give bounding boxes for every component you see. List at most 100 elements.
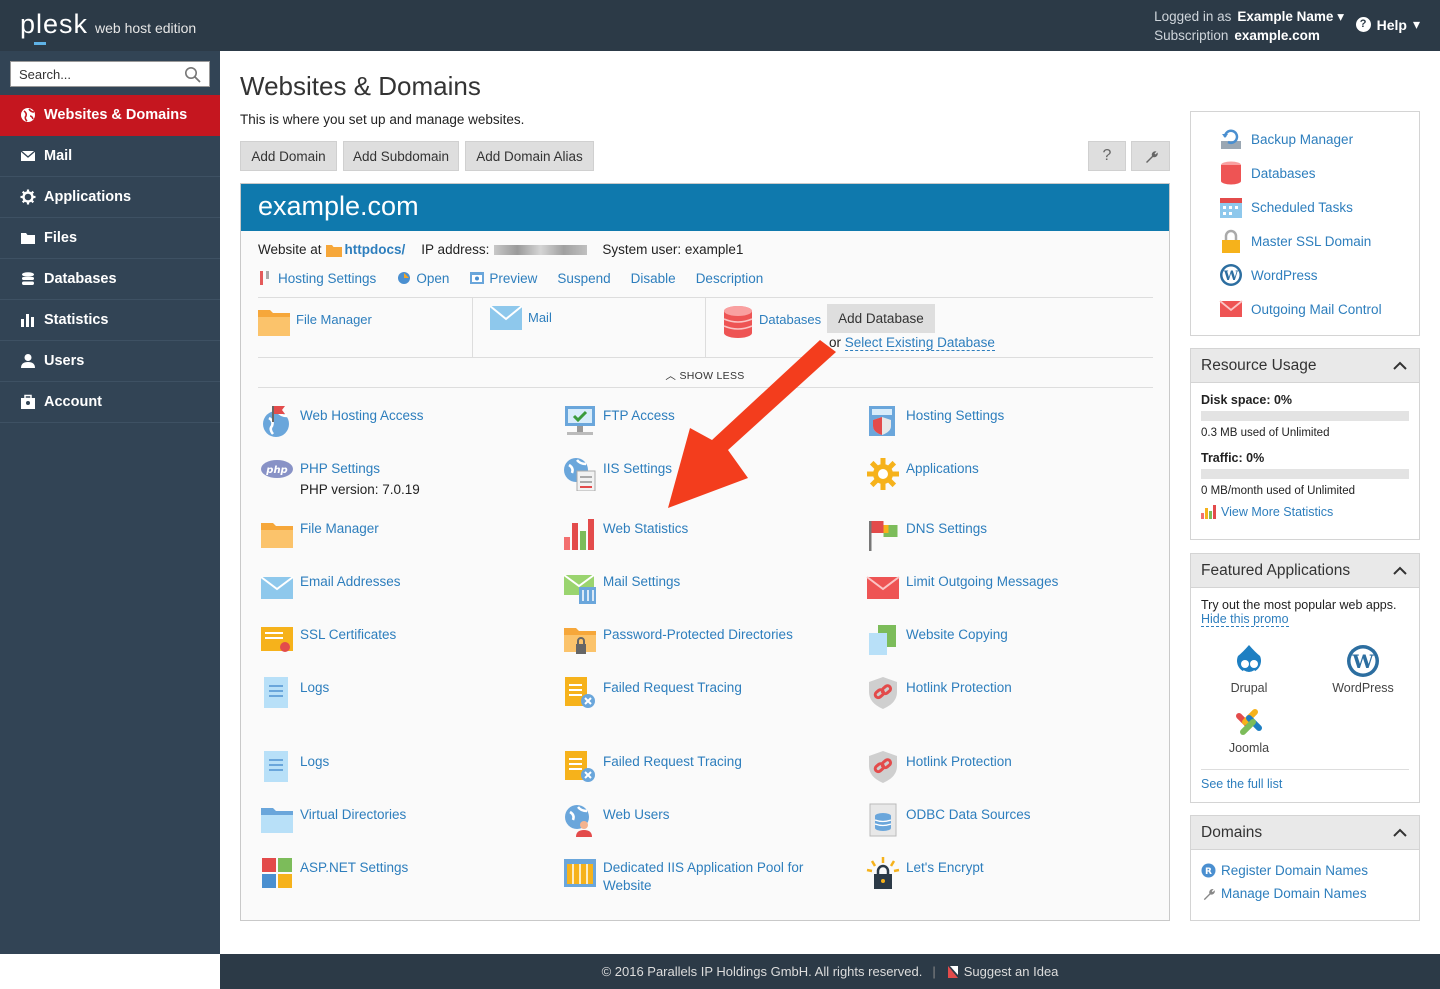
tool-logs[interactable]: Logs: [260, 750, 540, 784]
system-user-value: example1: [684, 242, 744, 257]
add-database-button[interactable]: Add Database: [827, 304, 935, 333]
search-input[interactable]: Search...: [10, 61, 210, 87]
view-more-statistics-link[interactable]: View More Statistics: [1201, 505, 1409, 519]
tool-failed-request-tracing[interactable]: Failed Request Tracing: [563, 750, 843, 784]
nav-item-files[interactable]: Files: [0, 218, 220, 259]
nav-item-statistics[interactable]: Statistics: [0, 300, 220, 341]
help-button[interactable]: ?: [1088, 141, 1126, 171]
nav-item-account[interactable]: Account: [0, 382, 220, 423]
subscription-selector[interactable]: example.com: [1234, 28, 1320, 43]
svg-text:W: W: [1351, 651, 1374, 673]
databases-link[interactable]: Databases: [759, 306, 821, 327]
folder-icon: [21, 233, 35, 244]
logo-accent: [34, 42, 46, 45]
show-less-label: SHOW LESS: [679, 370, 745, 382]
tool-file-manager[interactable]: File Manager: [260, 517, 540, 551]
tool-web-users[interactable]: Web Users: [563, 803, 843, 837]
user-menu[interactable]: Example Name ▾: [1237, 9, 1344, 24]
tool-logs[interactable]: Logs: [260, 676, 540, 710]
add-domain-alias-button[interactable]: Add Domain Alias: [465, 141, 594, 171]
select-existing-database-link[interactable]: Select Existing Database: [844, 335, 995, 351]
tool-failed-request-tracing[interactable]: Failed Request Tracing: [563, 676, 843, 710]
quick-file-manager[interactable]: File Manager: [258, 298, 472, 358]
add-subdomain-button[interactable]: Add Subdomain: [343, 141, 459, 171]
app-drupal[interactable]: Drupal: [1217, 644, 1281, 695]
tool-odbc-data-sources[interactable]: ODBC Data Sources: [866, 803, 1146, 837]
tool-label: IIS Settings: [603, 461, 673, 476]
nav-item-users[interactable]: Users: [0, 341, 220, 382]
nav-item-applications[interactable]: Applications: [0, 177, 220, 218]
tool-lets-encrypt[interactable]: Let's Encrypt: [866, 856, 1146, 890]
help-menu[interactable]: ? Help ▾: [1355, 16, 1420, 33]
nav-item-databases[interactable]: Databases: [0, 259, 220, 300]
description-link[interactable]: Description: [696, 271, 764, 286]
tool-email-addresses[interactable]: Email Addresses: [260, 570, 540, 604]
tool-ftp-access[interactable]: FTP Access: [563, 404, 843, 438]
user-name: Example Name: [1237, 9, 1334, 24]
chevron-up-icon: [1393, 566, 1407, 575]
scheduled-tasks-link[interactable]: Scheduled Tasks: [1219, 195, 1419, 219]
database-icon: [1221, 161, 1241, 185]
search-icon[interactable]: [184, 66, 201, 83]
register-domain-names-link[interactable]: R Register Domain Names: [1201, 863, 1409, 878]
tool-dns-settings[interactable]: DNS Settings: [866, 517, 1146, 551]
nav-item-websites-domains[interactable]: Websites & Domains: [0, 95, 220, 136]
nav-item-mail[interactable]: Mail: [0, 136, 220, 177]
traffic-detail: 0 MB/month used of Unlimited: [1201, 485, 1356, 497]
suspend-link[interactable]: Suspend: [557, 271, 610, 286]
tool-virtual-directories[interactable]: Virtual Directories: [260, 803, 540, 837]
see-full-list-link[interactable]: See the full list: [1201, 777, 1282, 791]
docroot-link[interactable]: httpdocs/: [345, 242, 406, 257]
outgoing-mail-control-link[interactable]: Outgoing Mail Control: [1219, 297, 1419, 321]
tool-hotlink-protection[interactable]: Hotlink Protection: [866, 676, 1146, 710]
tool-ssl-certificates[interactable]: SSL Certificates: [260, 623, 540, 657]
wordpress-link[interactable]: W WordPress: [1219, 263, 1419, 287]
tool-aspnet-settings[interactable]: ASP.NET Settings: [260, 856, 540, 890]
add-domain-button[interactable]: Add Domain: [240, 141, 337, 171]
master-ssl-domain-link[interactable]: Master SSL Domain: [1219, 229, 1419, 253]
domains-header[interactable]: Domains: [1191, 816, 1419, 850]
app-joomla[interactable]: Joomla: [1217, 706, 1281, 755]
featured-intro: Try out the most popular web apps.: [1201, 598, 1397, 612]
tool-limit-outgoing[interactable]: Limit Outgoing Messages: [866, 570, 1146, 604]
lets-encrypt-icon: [866, 857, 900, 889]
disable-link[interactable]: Disable: [631, 271, 676, 286]
sidebar: Search... Websites & Domains Mail Applic…: [0, 51, 220, 954]
tool-iis-settings[interactable]: IIS Settings: [563, 457, 843, 491]
quick-mail[interactable]: Mail: [472, 298, 705, 358]
page-title: Websites & Domains: [240, 71, 481, 101]
tool-label: Web Users: [603, 807, 670, 822]
resource-usage-header[interactable]: Resource Usage: [1191, 349, 1419, 383]
manage-domain-names-link[interactable]: Manage Domain Names: [1201, 886, 1409, 901]
domain-title[interactable]: example.com: [241, 184, 1169, 231]
tool-mail-settings[interactable]: Mail Settings: [563, 570, 843, 604]
hosting-settings-link[interactable]: Hosting Settings: [258, 270, 376, 286]
tool-web-statistics[interactable]: Web Statistics: [563, 517, 843, 551]
tool-php-settings[interactable]: php PHP Settings PHP version: 7.0.19: [260, 457, 540, 499]
tool-website-copying[interactable]: Website Copying: [866, 623, 1146, 657]
backup-manager-link[interactable]: Backup Manager: [1219, 127, 1419, 151]
tool-web-hosting-access[interactable]: Web Hosting Access: [260, 404, 540, 438]
tool-hotlink-protection[interactable]: Hotlink Protection: [866, 750, 1146, 784]
hide-promo-link[interactable]: Hide this promo: [1201, 612, 1289, 627]
plesk-logo[interactable]: plesk web host edition: [20, 9, 196, 45]
tool-dedicated-iis-pool[interactable]: Dedicated IIS Application Pool for Websi…: [563, 856, 823, 895]
preview-link[interactable]: Preview: [469, 270, 537, 286]
preview-icon: [470, 272, 485, 284]
open-icon: [398, 272, 411, 284]
tools-button[interactable]: [1131, 141, 1170, 171]
databases-link[interactable]: Databases: [1219, 161, 1419, 185]
featured-apps-header[interactable]: Featured Applications: [1191, 554, 1419, 588]
app-wordpress[interactable]: W WordPress: [1327, 644, 1399, 695]
open-link[interactable]: Open: [396, 270, 449, 286]
domain-actions: Hosting Settings Open Preview Suspend Di…: [258, 270, 763, 286]
envelope-red-icon: [1219, 300, 1243, 317]
tool-password-protected-dirs[interactable]: Password-Protected Directories: [563, 623, 843, 657]
globe-icon: [21, 108, 35, 122]
show-less-toggle[interactable]: ︿ SHOW LESS: [241, 368, 1169, 383]
link-label: View More Statistics: [1221, 505, 1334, 519]
tool-hosting-settings[interactable]: Hosting Settings: [866, 404, 1146, 438]
nav-label: Websites & Domains: [44, 107, 188, 123]
tool-applications[interactable]: Applications: [866, 457, 1146, 491]
suggest-idea-link[interactable]: Suggest an Idea: [946, 964, 1058, 979]
